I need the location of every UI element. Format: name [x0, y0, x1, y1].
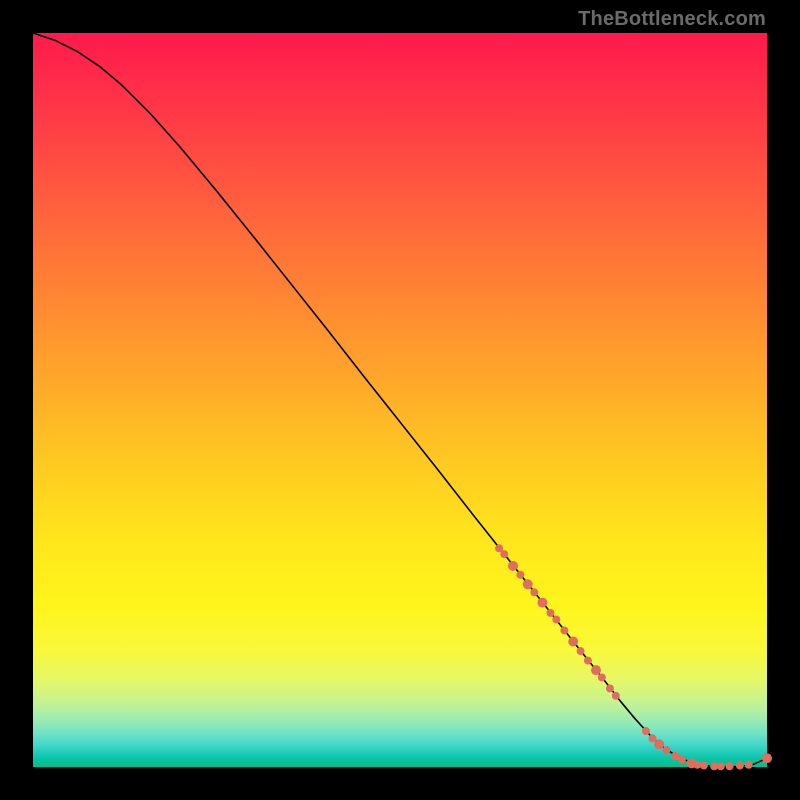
data-marker — [516, 571, 524, 579]
data-marker — [612, 692, 620, 700]
data-marker — [678, 756, 686, 764]
data-marker — [523, 579, 533, 589]
chart-stage: TheBottleneck.com — [0, 0, 800, 800]
data-marker — [537, 598, 547, 608]
data-marker — [726, 762, 734, 770]
data-marker — [717, 762, 725, 770]
data-marker — [598, 673, 606, 681]
data-marker — [568, 636, 578, 646]
data-marker — [700, 762, 708, 770]
data-marker — [530, 588, 538, 596]
data-marker — [508, 561, 518, 571]
marker-group — [495, 544, 772, 770]
data-marker — [591, 665, 601, 675]
data-marker — [606, 684, 614, 692]
data-marker — [654, 739, 664, 749]
data-marker — [642, 727, 650, 735]
data-marker — [736, 762, 744, 770]
chart-overlay — [33, 33, 767, 767]
attribution-label: TheBottleneck.com — [578, 8, 766, 31]
data-marker — [745, 761, 753, 769]
curve-line — [33, 33, 767, 767]
data-marker — [584, 657, 592, 665]
data-marker — [546, 609, 554, 617]
data-marker — [662, 746, 670, 754]
data-marker — [500, 550, 508, 558]
data-marker — [552, 615, 560, 623]
data-marker — [577, 647, 585, 655]
data-marker — [560, 626, 568, 634]
data-marker — [762, 753, 772, 763]
